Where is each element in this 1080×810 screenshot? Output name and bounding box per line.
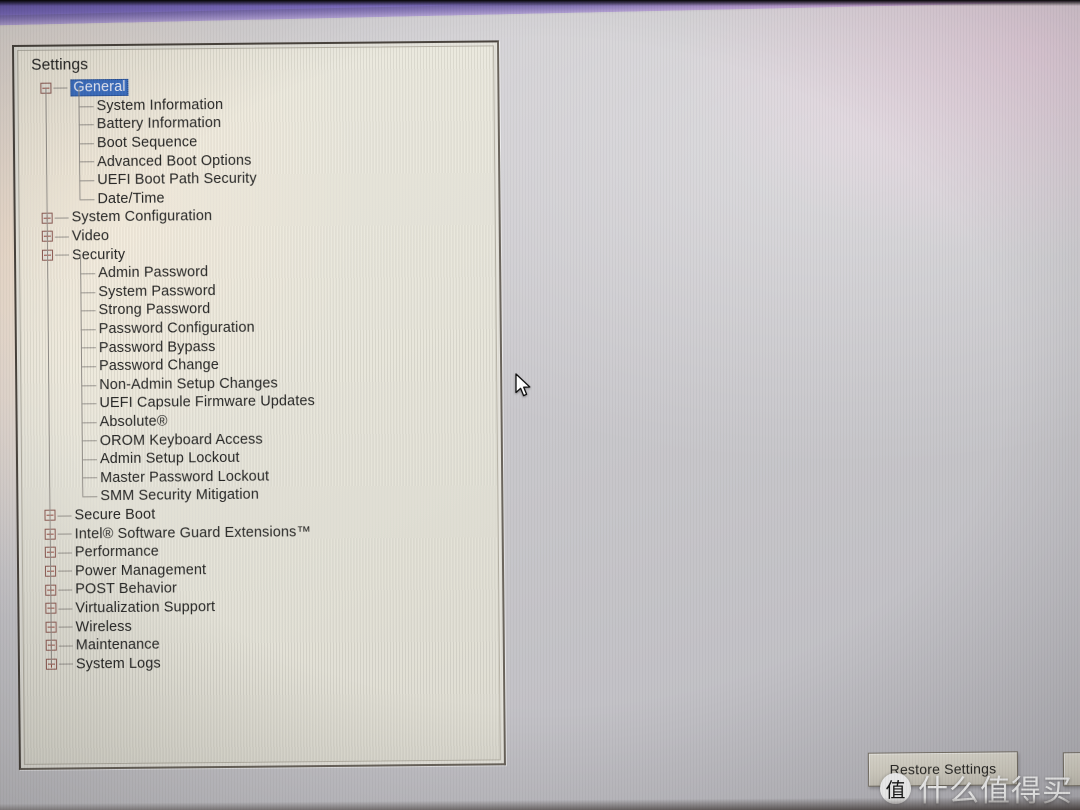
tree-item-label: SMM Security Mitigation — [100, 487, 260, 505]
tree-item-label: Password Change — [99, 357, 220, 375]
tree-connector — [57, 515, 72, 517]
tree-connector — [78, 105, 94, 107]
tree-item-label: UEFI Boot Path Security — [97, 170, 257, 189]
secondary-footer-button[interactable] — [1062, 751, 1080, 787]
settings-tree-panel-inner: Settings General System Information Batter… — [17, 45, 501, 765]
tree-connector — [58, 570, 73, 573]
tree-item-label: System Information — [96, 96, 224, 115]
tree-item-label: Maintenance — [75, 636, 160, 654]
tree-item-label: Date/Time — [97, 190, 165, 208]
tree-connector — [58, 645, 73, 647]
tree-connector — [80, 347, 96, 349]
tree-connector — [81, 403, 97, 405]
tree-connector — [78, 142, 94, 145]
tree-item-label: System Password — [98, 282, 216, 301]
tree-item-system-logs[interactable]: System Logs — [24, 651, 499, 674]
restore-settings-button[interactable]: Restore Settings — [867, 751, 1019, 787]
tree-connector — [58, 608, 73, 610]
tree-item-label: Admin Setup Lockout — [99, 450, 240, 468]
tree-item-label: Battery Information — [96, 115, 222, 133]
tree-item-label: Performance — [74, 543, 159, 561]
tree-item-label: System Logs — [75, 655, 161, 673]
tree-connector — [58, 626, 73, 628]
tree-connector — [78, 124, 94, 126]
tree-connector — [58, 663, 73, 665]
bios-setup-screenshot: Dell Latitude 7390 Settings GeneralSyste… — [0, 0, 1080, 810]
tree-connector — [81, 421, 97, 424]
tree-item-label: Boot Sequence — [96, 134, 198, 152]
tree-item-label: Absolute® — [99, 413, 168, 431]
tree-item-label: POST Behavior — [75, 580, 177, 598]
tree-item-label: Password Bypass — [98, 338, 216, 356]
tree-connector — [79, 180, 95, 182]
tree-connector — [82, 477, 98, 479]
tree-connector — [80, 273, 96, 275]
tree-connector — [55, 254, 70, 256]
tree-item-label: UEFI Capsule Firmware Updates — [99, 393, 315, 412]
tree-item-label: Secure Boot — [74, 506, 156, 524]
panel-caption: Settings — [31, 56, 89, 74]
mouse-cursor-icon — [515, 373, 531, 397]
settings-tree[interactable]: General System Information Battery Informa… — [18, 74, 500, 764]
tree-connector — [80, 328, 96, 331]
tree-connector — [81, 384, 97, 386]
tree-item-label: Power Management — [74, 561, 207, 580]
tree-item-label: Video — [71, 228, 110, 245]
tree-connector — [57, 552, 72, 554]
tree-connector — [81, 440, 97, 442]
tree-item-label: Virtualization Support — [75, 598, 216, 617]
tree-item-label: Password Configuration — [98, 319, 255, 338]
tree-connector — [79, 198, 95, 200]
tree-connector — [54, 217, 69, 219]
tree-connector — [79, 161, 95, 163]
top-bezel-edge — [0, 0, 1080, 6]
tree-item-label: Advanced Boot Options — [97, 152, 252, 170]
tree-connector — [80, 310, 96, 312]
tree-connector — [58, 589, 73, 591]
tree-item-label: Intel® Software Guard Extensions™ — [74, 523, 312, 542]
tree-connector — [53, 87, 68, 89]
tree-connector — [54, 236, 69, 238]
tree-item-label: System Configuration — [71, 208, 213, 226]
tree-item-label: Admin Password — [98, 264, 209, 282]
tree-item-label: Wireless — [75, 618, 133, 635]
tree-item-label: Strong Password — [98, 301, 211, 319]
tree-item-label: Non-Admin Setup Changes — [99, 375, 278, 393]
tree-connector — [80, 291, 96, 293]
tree-connector — [82, 496, 98, 498]
tree-connector — [81, 459, 97, 461]
tree-item-label: OROM Keyboard Access — [99, 431, 263, 449]
tree-connector — [81, 366, 97, 368]
tree-item-label: Master Password Lockout — [100, 468, 270, 486]
settings-tree-panel: Settings General System Information Batter… — [12, 40, 506, 770]
tree-connector — [57, 533, 72, 535]
